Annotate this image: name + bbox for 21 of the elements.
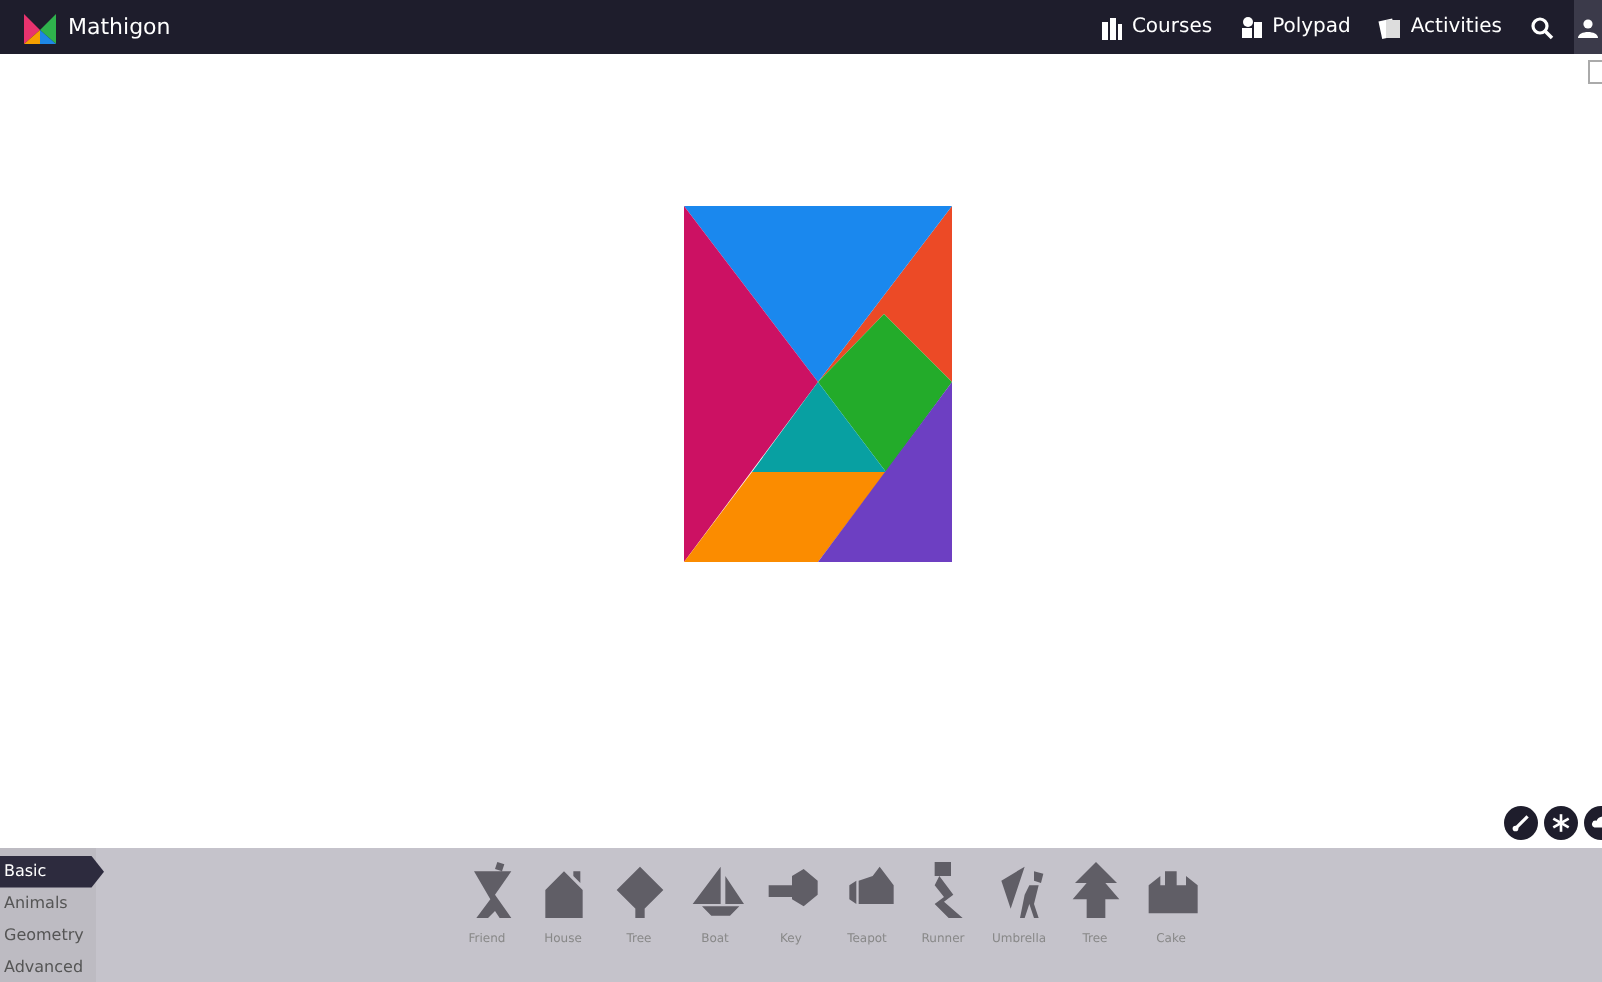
account-button[interactable]: [1574, 0, 1602, 54]
nav-link[interactable]: Polypad: [1240, 15, 1351, 39]
tangram-silhouette-icon: [1067, 860, 1123, 920]
nav-link[interactable]: Activities: [1378, 15, 1502, 39]
shapes-icon: [1240, 15, 1265, 39]
category-tab[interactable]: Animals: [0, 887, 96, 919]
category-tab[interactable]: Geometry: [0, 919, 96, 951]
asterisk-icon: [1550, 812, 1572, 834]
brush-button[interactable]: [1504, 806, 1538, 840]
cards-icon: [1378, 15, 1403, 39]
search-icon[interactable]: [1530, 15, 1554, 39]
brush-icon: [1510, 812, 1532, 834]
brand-name[interactable]: Mathigon: [68, 14, 171, 40]
person-icon: [1578, 17, 1598, 37]
category-tab[interactable]: Basic: [0, 856, 104, 888]
asterisk-button[interactable]: [1544, 806, 1578, 840]
books-icon: [1099, 15, 1124, 39]
logo-icon[interactable]: [24, 11, 56, 43]
tangram-drawing[interactable]: [683, 205, 951, 561]
nav-link[interactable]: Courses: [1099, 15, 1213, 39]
category-tab[interactable]: Advanced: [0, 950, 96, 982]
